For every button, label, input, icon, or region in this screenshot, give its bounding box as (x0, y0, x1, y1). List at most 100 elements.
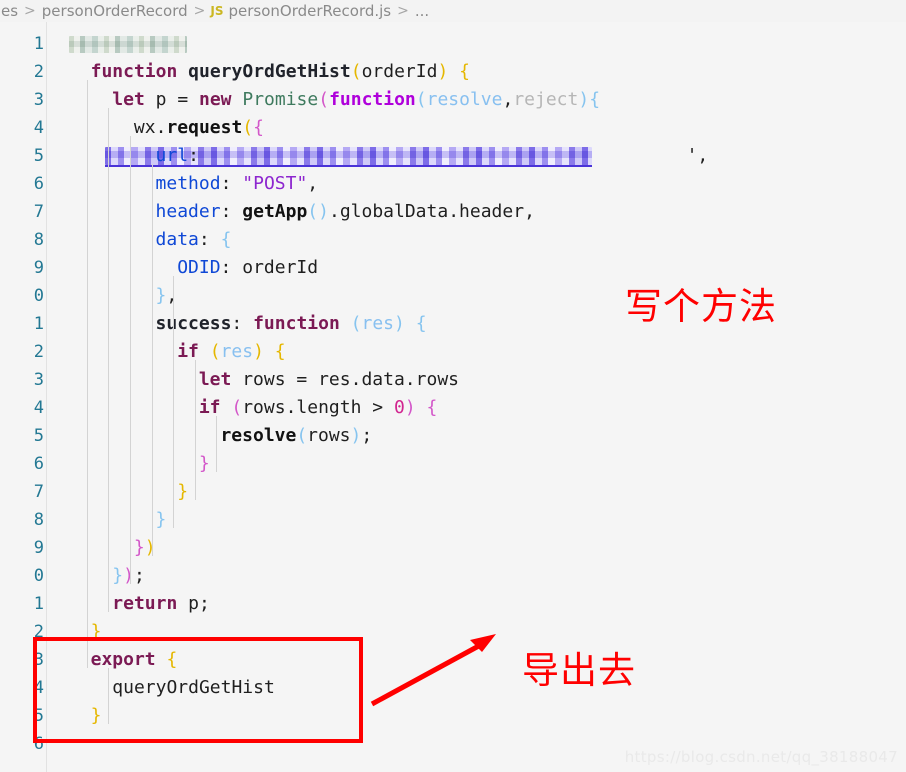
code-token-prop: method (155, 173, 221, 194)
code-token-b-m: ) (404, 397, 416, 418)
code-token-punct: : (220, 201, 232, 222)
line-number: 4 (33, 398, 44, 418)
code-token-punct: . (285, 397, 297, 418)
code-token-b-b: { (415, 313, 427, 334)
code-token-kw: let (198, 369, 232, 390)
code-token-sp (231, 201, 242, 222)
code-line[interactable]: url: ', (156, 142, 709, 170)
breadcrumb-separator-icon: > (397, 3, 409, 19)
code-content-area[interactable]: function queryOrdGetHist(orderId) {let p… (47, 22, 906, 772)
watermark: https://blog.csdn.net/qq_38188047 (624, 748, 898, 766)
code-token-sp (307, 369, 318, 390)
code-line[interactable]: let p = new Promise(function(resolve,rej… (112, 86, 600, 114)
code-token-b-b: { (589, 89, 601, 110)
code-token-b-y: } (177, 481, 189, 502)
code-token-punct: . (350, 369, 362, 390)
code-editor[interactable]: 1 2 3 4 5 6 7 8 9 0 1 2 3 4 5 6 7 8 9 0 1 2 3 4 5 6 function quer… (0, 22, 906, 772)
code-token-b-b: ) (394, 313, 405, 334)
code-token-b-m: ( (231, 397, 243, 418)
code-line[interactable]: success: function (res) { (156, 310, 427, 338)
code-token-punct: = (296, 369, 308, 390)
code-token-sp (231, 369, 242, 390)
breadcrumb-item-file[interactable]: personOrderRecord.js (229, 2, 392, 20)
code-token-b-b: () (307, 201, 329, 222)
code-token-sp (188, 89, 199, 110)
code-line[interactable]: function queryOrdGetHist(orderId) { (91, 58, 470, 86)
code-token-punct: ; (133, 565, 145, 586)
code-token-punct: : (198, 229, 210, 250)
code-token-sp (156, 649, 167, 670)
breadcrumb-separator-icon: > (24, 3, 36, 19)
code-token-param: res (220, 341, 254, 362)
code-line[interactable]: } (177, 478, 188, 506)
code-token-b-b: } (112, 565, 124, 586)
code-token-str: "POST" (242, 173, 308, 194)
line-number: 9 (33, 538, 44, 558)
code-token-propd: rows (242, 369, 286, 390)
code-token-punct: , (307, 173, 319, 194)
indent-guide (173, 276, 175, 332)
code-token-propd: orderId (242, 257, 319, 278)
code-line[interactable]: method: "POST", (156, 170, 319, 198)
code-token-kw: new (199, 89, 232, 110)
code-token-punct: , (502, 89, 514, 110)
code-token-call: request (166, 117, 243, 138)
code-token-b-b: { (220, 229, 232, 250)
code-token-propd: rows (307, 425, 351, 446)
code-token-propd: rows (415, 369, 459, 390)
line-number: 8 (33, 510, 44, 530)
code-token-sp (264, 341, 275, 362)
code-token-param: res (361, 313, 394, 334)
line-number: 5 (33, 706, 44, 726)
code-line[interactable]: data: { (156, 226, 232, 254)
code-token-sp (166, 89, 177, 110)
code-line[interactable]: export { (91, 646, 178, 674)
breadcrumb[interactable]: es > personOrderRecord > JS personOrderR… (0, 0, 906, 22)
code-line[interactable]: } (156, 506, 167, 534)
line-number: 6 (33, 734, 44, 754)
breadcrumb-item-folder-es[interactable]: es (1, 2, 18, 20)
line-number: 3 (33, 650, 44, 670)
code-line[interactable]: if (res) { (177, 338, 285, 366)
breadcrumb-item-personOrderRecord[interactable]: personOrderRecord (42, 2, 188, 20)
code-line[interactable]: queryOrdGetHist (112, 674, 275, 702)
code-token-b-y: ) (253, 341, 264, 362)
code-token-fname: success (155, 313, 232, 334)
line-number: 1 (33, 34, 44, 54)
code-token-b-y: ) (437, 61, 449, 82)
code-token-punct: = (177, 89, 189, 110)
line-number: 1 (33, 314, 44, 334)
code-token-propd: data (361, 369, 405, 390)
code-token-call: resolve (220, 425, 297, 446)
indent-guide (129, 136, 131, 584)
code-line[interactable]: wx.request({ (134, 114, 264, 142)
code-token-sp (145, 89, 156, 110)
line-number: 0 (33, 286, 44, 306)
code-token-sp (242, 313, 253, 334)
code-line[interactable]: }); (112, 562, 145, 590)
code-line[interactable]: return p; (112, 590, 210, 618)
code-token-b-y: { (274, 341, 286, 362)
code-line[interactable]: } (91, 702, 102, 730)
code-line[interactable]: } (199, 450, 210, 478)
code-line[interactable]: let rows = res.data.rows (199, 366, 459, 394)
code-token-propd: p (188, 593, 199, 614)
code-token-kw: if (177, 341, 199, 362)
code-token-sp (361, 397, 372, 418)
code-line[interactable]: header: getApp().globalData.header, (156, 198, 535, 226)
line-number: 6 (33, 174, 44, 194)
line-number: 9 (33, 258, 44, 278)
code-line[interactable]: ODID: orderId (177, 254, 318, 282)
code-line[interactable]: } (91, 618, 102, 646)
code-token-b-b: } (155, 509, 167, 530)
code-token-propd: queryOrdGetHist (112, 677, 275, 698)
code-token-call: getApp (242, 201, 308, 222)
code-line[interactable]: if (rows.length > 0) { (199, 394, 438, 422)
js-file-icon: JS (210, 4, 224, 18)
code-token-propd: wx (133, 117, 156, 138)
breadcrumb-item-ellipsis[interactable]: ... (415, 2, 429, 20)
breadcrumb-separator-icon: > (193, 3, 206, 19)
code-token-prop: url (155, 145, 189, 166)
code-line[interactable]: resolve(rows); (220, 422, 372, 450)
code-token-kw: export (90, 649, 156, 670)
